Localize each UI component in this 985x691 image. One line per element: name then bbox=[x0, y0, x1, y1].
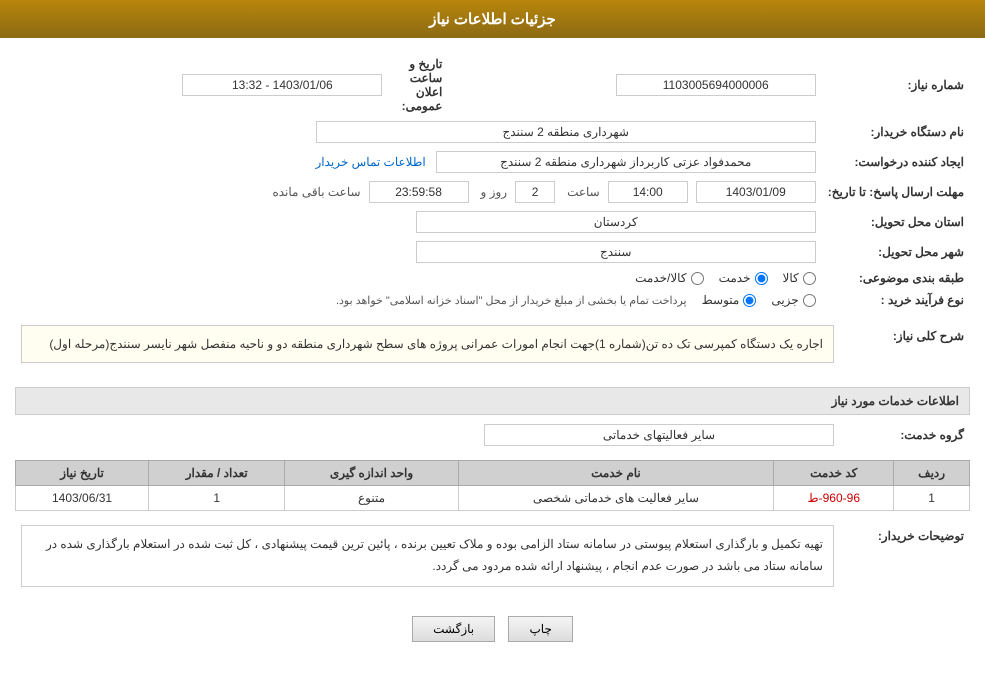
baghimande-input: 23:59:58 bbox=[369, 181, 469, 203]
page-title: جزئیات اطلاعات نیاز bbox=[429, 11, 556, 28]
note-row: توضیحات خریدار: تهیه تکمیل و بارگذاری اس… bbox=[15, 521, 970, 605]
sharh-box: اجاره یک دستگاه کمپرسی تک ده تن(شماره 1)… bbox=[21, 325, 834, 363]
tabaqe-value: کالا خدمت کالا/خدمت bbox=[15, 267, 822, 289]
content-area: شماره نیاز: 1103005694000006 تاریخ و ساع… bbox=[0, 38, 985, 657]
baghimande-label: ساعت باقی مانده bbox=[272, 185, 360, 199]
namDastgah-input: شهرداری منطقه 2 سنندج bbox=[316, 121, 816, 143]
noeFarayand-label: نوع فرآیند خرید : bbox=[822, 289, 970, 311]
tabaqe-khadamat-radio[interactable] bbox=[755, 272, 768, 285]
ostan-input: کردستان bbox=[416, 211, 816, 233]
rooz-label: روز و bbox=[481, 185, 508, 199]
grouh-value: سایر فعالیتهای خدماتی bbox=[15, 420, 840, 450]
mohlat-value: ساعت باقی مانده 23:59:58 روز و 2 ساعت 14… bbox=[15, 177, 822, 207]
col-unit: واحد اندازه گیری bbox=[285, 461, 458, 486]
buttons-row: چاپ بازگشت bbox=[15, 616, 970, 642]
tabaqe-label: طبقه بندی موضوعی: bbox=[822, 267, 970, 289]
row-mohlat: مهلت ارسال پاسخ: تا تاریخ: ساعت باقی مان… bbox=[15, 177, 970, 207]
shomareNiaz-value: 1103005694000006 bbox=[448, 53, 821, 117]
saat-input: 14:00 bbox=[608, 181, 688, 203]
shomareNiaz-input: 1103005694000006 bbox=[616, 74, 816, 96]
tarikhElan-input: 1403/01/06 - 13:32 bbox=[182, 74, 382, 96]
grouh-table: گروه خدمت: سایر فعالیتهای خدماتی bbox=[15, 420, 970, 450]
ittilaat-link[interactable]: اطلاعات تماس خریدار bbox=[316, 155, 426, 169]
col-radif: ردیف bbox=[894, 461, 970, 486]
grouh-input: سایر فعالیتهای خدماتی bbox=[484, 424, 834, 446]
grouh-label: گروه خدمت: bbox=[840, 420, 970, 450]
page-wrapper: جزئیات اطلاعات نیاز شماره نیاز: 11030056… bbox=[0, 0, 985, 691]
tabaqe-khadamat-option[interactable]: خدمت bbox=[719, 271, 768, 285]
cell-unit: متنوع bbox=[285, 486, 458, 511]
sharh-label: شرح کلی نیاز: bbox=[840, 321, 970, 377]
tabaqe-kala-khadamat-radio[interactable] bbox=[691, 272, 704, 285]
saat-label: ساعت bbox=[567, 185, 600, 199]
note-label: توضیحات خریدار: bbox=[840, 521, 970, 605]
sharh-text: اجاره یک دستگاه کمپرسی تک ده تن(شماره 1)… bbox=[49, 337, 823, 351]
cell-kod: 960-96-ط bbox=[774, 486, 894, 511]
tabaqe-kala-label: کالا bbox=[783, 271, 799, 285]
tarikhElan-value: 1403/01/06 - 13:32 bbox=[15, 53, 388, 117]
namDastgah-label: نام دستگاه خریدار: bbox=[822, 117, 970, 147]
tarikhElan-label: تاریخ و ساعت اعلان عمومی: bbox=[388, 53, 448, 117]
row-ostan: استان محل تحویل: کردستان bbox=[15, 207, 970, 237]
shomareNiaz-label: شماره نیاز: bbox=[822, 53, 970, 117]
serviceInfo-title: اطلاعات خدمات مورد نیاز bbox=[15, 387, 970, 415]
ijadKonande-value: محمدفواد عزتی کاربرداز شهرداری منطقه 2 س… bbox=[15, 147, 822, 177]
col-name: نام خدمت bbox=[458, 461, 774, 486]
col-date: تاریخ نیاز bbox=[16, 461, 149, 486]
cell-name: سایر فعالیت های خدماتی شخصی bbox=[458, 486, 774, 511]
sharh-section: شرح کلی نیاز: اجاره یک دستگاه کمپرسی تک … bbox=[15, 321, 970, 377]
ijadKonande-label: ایجاد کننده درخواست: bbox=[822, 147, 970, 177]
service-grid: ردیف کد خدمت نام خدمت واحد اندازه گیری ت… bbox=[15, 460, 970, 511]
ostan-label: استان محل تحویل: bbox=[822, 207, 970, 237]
farayand-mottavaset-label: متوسط bbox=[702, 293, 740, 307]
info-table: شماره نیاز: 1103005694000006 تاریخ و ساع… bbox=[15, 53, 970, 311]
note-section: توضیحات خریدار: تهیه تکمیل و بارگذاری اس… bbox=[15, 521, 970, 605]
note-box: تهیه تکمیل و بارگذاری استعلام پیوستی در … bbox=[21, 525, 834, 586]
table-row: 1960-96-طسایر فعالیت های خدماتی شخصیمتنو… bbox=[16, 486, 970, 511]
row-shomareNiaz: شماره نیاز: 1103005694000006 تاریخ و ساع… bbox=[15, 53, 970, 117]
grid-header-row: ردیف کد خدمت نام خدمت واحد اندازه گیری ت… bbox=[16, 461, 970, 486]
rooz-input: 2 bbox=[515, 181, 555, 203]
page-header: جزئیات اطلاعات نیاز bbox=[0, 0, 985, 38]
cell-count: 1 bbox=[149, 486, 285, 511]
farayand-mottavaset-radio[interactable] bbox=[743, 294, 756, 307]
sharh-value: اجاره یک دستگاه کمپرسی تک ده تن(شماره 1)… bbox=[15, 321, 840, 377]
tabaqe-kala-option[interactable]: کالا bbox=[783, 271, 816, 285]
shahr-value: سنندج bbox=[15, 237, 822, 267]
cell-date: 1403/06/31 bbox=[16, 486, 149, 511]
tarikh-input: 1403/01/09 bbox=[696, 181, 816, 203]
grid-body: 1960-96-طسایر فعالیت های خدماتی شخصیمتنو… bbox=[16, 486, 970, 511]
row-ijadKonande: ایجاد کننده درخواست: محمدفواد عزتی کاربر… bbox=[15, 147, 970, 177]
farayand-jozii-label: جزیی bbox=[771, 293, 798, 307]
tabaqe-kala-khadamat-option[interactable]: کالا/خدمت bbox=[635, 271, 703, 285]
note-text: تهیه تکمیل و بارگذاری استعلام پیوستی در … bbox=[46, 537, 823, 573]
col-kod: کد خدمت bbox=[774, 461, 894, 486]
note-value: تهیه تکمیل و بارگذاری استعلام پیوستی در … bbox=[15, 521, 840, 605]
col-count: تعداد / مقدار bbox=[149, 461, 285, 486]
noeFarayand-value: جزیی متوسط پرداخت تمام یا بخشی از مبلغ خ… bbox=[15, 289, 822, 311]
shahr-input: سنندج bbox=[416, 241, 816, 263]
row-shahr: شهر محل تحویل: سنندج bbox=[15, 237, 970, 267]
tabaqe-kala-khadamat-label: کالا/خدمت bbox=[635, 271, 686, 285]
farayand-note: پرداخت تمام یا بخشی از مبلغ خریدار از مح… bbox=[336, 294, 687, 307]
farayand-jozii-option[interactable]: جزیی bbox=[771, 293, 815, 307]
shahr-label: شهر محل تحویل: bbox=[822, 237, 970, 267]
row-namDastgah: نام دستگاه خریدار: شهرداری منطقه 2 سنندج bbox=[15, 117, 970, 147]
print-button[interactable]: چاپ bbox=[508, 616, 572, 642]
ijadKonande-input: محمدفواد عزتی کاربرداز شهرداری منطقه 2 س… bbox=[436, 151, 816, 173]
farayand-jozii-radio[interactable] bbox=[803, 294, 816, 307]
sharh-row: شرح کلی نیاز: اجاره یک دستگاه کمپرسی تک … bbox=[15, 321, 970, 377]
row-noeFarayand: نوع فرآیند خرید : جزیی متوسط پرداخت تمام… bbox=[15, 289, 970, 311]
row-tabaqe: طبقه بندی موضوعی: کالا خدمت bbox=[15, 267, 970, 289]
ostan-value: کردستان bbox=[15, 207, 822, 237]
tabaqe-kala-radio[interactable] bbox=[803, 272, 816, 285]
tabaqe-khadamat-label: خدمت bbox=[719, 271, 751, 285]
farayand-mottavaset-option[interactable]: متوسط bbox=[702, 293, 757, 307]
cell-radif: 1 bbox=[894, 486, 970, 511]
grouh-row: گروه خدمت: سایر فعالیتهای خدماتی bbox=[15, 420, 970, 450]
mohlat-label: مهلت ارسال پاسخ: تا تاریخ: bbox=[822, 177, 970, 207]
namDastgah-value: شهرداری منطقه 2 سنندج bbox=[15, 117, 822, 147]
back-button[interactable]: بازگشت bbox=[412, 616, 495, 642]
